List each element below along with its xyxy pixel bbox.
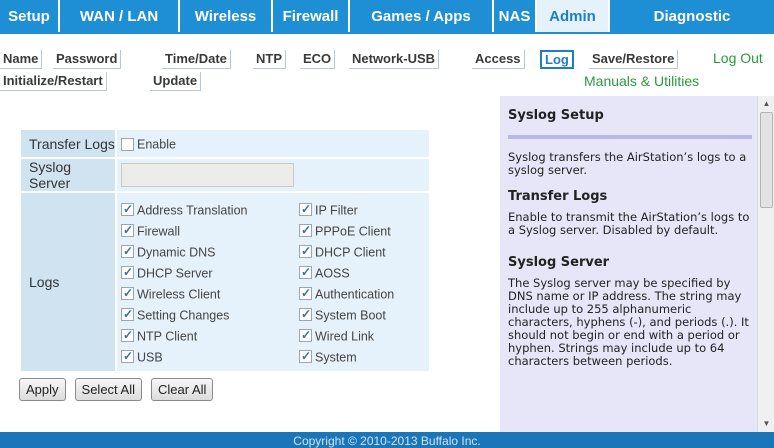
log-option-label: Wired Link [315, 328, 375, 343]
logout-link[interactable]: Log Out [713, 50, 763, 66]
log-option-checkbox[interactable] [121, 348, 134, 364]
tab-nas[interactable]: NAS [494, 0, 537, 32]
log-option-label: Firewall [137, 223, 181, 238]
apply-button[interactable]: Apply [19, 378, 66, 401]
top-nav: Setup WAN / LAN Wireless Firewall Games … [0, 0, 774, 34]
help-text-syslog-server: The Syslog server may be specified by DN… [508, 276, 749, 368]
log-option[interactable]: Wireless Client [121, 285, 299, 301]
log-option-checkbox[interactable] [121, 306, 134, 322]
log-option[interactable]: Address Translation [121, 201, 299, 217]
log-option[interactable]: System Boot [299, 306, 429, 322]
subtab-log[interactable]: Log [540, 50, 574, 69]
log-option-label: System Boot [315, 307, 386, 322]
log-option-label: DHCP Client [315, 244, 386, 259]
log-option[interactable]: AOSS [299, 264, 429, 280]
subtab-ntp[interactable]: NTP [253, 50, 286, 69]
log-option[interactable]: DHCP Server [121, 264, 299, 280]
manuals-utilities-link[interactable]: Manuals & Utilities [584, 73, 699, 89]
log-option[interactable]: Wired Link [299, 327, 429, 343]
help-heading-transfer-logs: Transfer Logs [508, 189, 608, 204]
tab-wireless[interactable]: Wireless [180, 0, 273, 32]
scroll-up-arrow-icon[interactable]: ▲ [758, 96, 774, 112]
transfer-logs-label: Transfer Logs [19, 128, 117, 159]
log-option-checkbox[interactable] [299, 327, 312, 343]
log-option[interactable]: DHCP Client [299, 243, 429, 259]
subtab-password[interactable]: Password [53, 50, 122, 69]
log-option-label: PPPoE Client [315, 223, 391, 238]
help-scrollbar[interactable]: ▲ ▼ [757, 96, 774, 432]
log-option-checkbox[interactable] [121, 222, 134, 238]
log-option[interactable]: PPPoE Client [299, 222, 429, 238]
log-option-label: Wireless Client [137, 286, 221, 301]
log-option-checkbox[interactable] [299, 264, 312, 280]
tab-firewall[interactable]: Firewall [273, 0, 350, 32]
scroll-down-arrow-icon[interactable]: ▼ [758, 416, 774, 432]
subtab-access[interactable]: Access [472, 50, 525, 69]
tab-games-apps[interactable]: Games / Apps [350, 0, 494, 32]
select-all-button[interactable]: Select All [74, 378, 143, 401]
log-option-label: System [315, 349, 357, 364]
clear-all-button[interactable]: Clear All [151, 378, 214, 401]
log-option-checkbox[interactable] [299, 348, 312, 364]
log-option-label: Setting Changes [137, 307, 230, 322]
footer-copyright: Copyright © 2010-2013 Buffalo Inc. [0, 432, 774, 448]
tab-admin[interactable]: Admin [537, 0, 610, 32]
log-option[interactable]: IP Filter [299, 201, 429, 217]
tab-setup[interactable]: Setup [0, 0, 60, 32]
log-option-checkbox[interactable] [121, 264, 134, 280]
tab-wan-lan[interactable]: WAN / LAN [60, 0, 180, 32]
log-option-checkbox[interactable] [299, 306, 312, 322]
log-option[interactable]: USB [121, 348, 299, 364]
log-option[interactable]: NTP Client [121, 327, 299, 343]
log-option[interactable]: Dynamic DNS [121, 243, 299, 259]
subtab-time-date[interactable]: Time/Date [162, 50, 231, 69]
syslog-server-label: Syslog Server [19, 157, 117, 193]
log-option-checkbox[interactable] [121, 327, 134, 343]
sub-nav: Name Password Time/Date NTP ECO Network-… [0, 36, 774, 96]
subtab-eco[interactable]: ECO [300, 50, 336, 69]
subtab-network-usb[interactable]: Network-USB [349, 50, 440, 69]
log-option-checkbox[interactable] [299, 285, 312, 301]
log-option-checkbox[interactable] [299, 201, 312, 217]
log-option-checkbox[interactable] [121, 285, 134, 301]
log-option-label: IP Filter [315, 202, 358, 217]
log-option-label: AOSS [315, 265, 350, 280]
help-divider [508, 135, 752, 139]
subtab-update[interactable]: Update [150, 72, 202, 91]
log-option[interactable]: System [299, 348, 429, 364]
action-buttons: Apply Select All Clear All [19, 378, 214, 401]
log-settings-table: Transfer Logs Enable Syslog Server Logs … [19, 128, 431, 373]
help-text-transfer-logs: Enable to transmit the AirStation’s logs… [508, 210, 750, 237]
log-option-label: Address Translation [137, 202, 248, 217]
subtab-initialize-restart[interactable]: Initialize/Restart [0, 72, 107, 91]
log-option[interactable]: Authentication [299, 285, 429, 301]
help-title: Syslog Setup [508, 108, 604, 123]
log-settings-panel: Transfer Logs Enable Syslog Server Logs … [0, 96, 500, 432]
enable-label: Enable [137, 137, 176, 152]
tab-diagnostic[interactable]: Diagnostic [610, 0, 774, 32]
log-option-label: DHCP Server [137, 265, 213, 280]
log-option-label: Authentication [315, 286, 395, 301]
log-option-checkbox[interactable] [121, 201, 134, 217]
log-option[interactable]: Firewall [121, 222, 299, 238]
subtab-name[interactable]: Name [0, 50, 43, 69]
enable-checkbox[interactable] [121, 138, 134, 152]
log-option-checkbox[interactable] [121, 243, 134, 259]
subtab-save-restore[interactable]: Save/Restore [589, 50, 679, 69]
log-option-label: Dynamic DNS [137, 244, 216, 259]
syslog-server-input[interactable] [121, 163, 294, 187]
help-intro: Syslog transfers the AirStation’s logs t… [508, 150, 747, 177]
log-option-label: NTP Client [137, 328, 198, 343]
log-option[interactable]: Setting Changes [121, 306, 299, 322]
help-heading-syslog-server: Syslog Server [508, 255, 610, 270]
help-panel: Syslog Setup Syslog transfers the AirSta… [500, 96, 774, 432]
log-option-checkbox[interactable] [299, 222, 312, 238]
scroll-thumb[interactable] [760, 112, 773, 208]
log-items-grid: Address Translation IP Filter Firewall PPPo… [121, 196, 429, 369]
log-option-checkbox[interactable] [299, 243, 312, 259]
logs-label: Logs [19, 191, 117, 373]
log-option-label: USB [137, 349, 163, 364]
